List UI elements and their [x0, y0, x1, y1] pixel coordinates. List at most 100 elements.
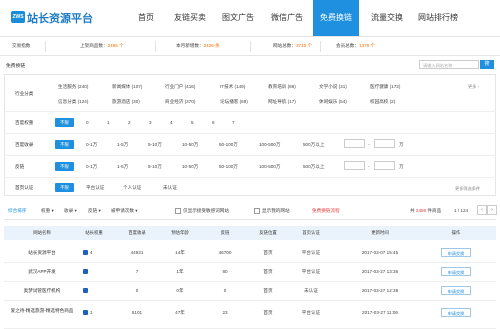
index-label: 百度收录 [15, 142, 34, 147]
exchange-process-link[interactable]: 免费换链流程 [312, 208, 340, 214]
index-option[interactable]: 50-100万 [219, 142, 238, 148]
baidu-weight-icon [83, 250, 88, 255]
nav-site-ranking[interactable]: 网站排行榜 [413, 0, 463, 36]
category-option[interactable]: 休闲娱乐 (54) [319, 99, 347, 105]
sort-weight[interactable]: 权重 ▾ [41, 208, 54, 214]
category-option[interactable]: 旅游酒店 (30) [112, 99, 140, 105]
prev-page-button[interactable]: ‹ [477, 205, 487, 215]
apply-exchange-button[interactable]: 申请交换 [441, 308, 471, 317]
nav-home[interactable]: 首页 [130, 0, 162, 36]
weight-option[interactable]: 3 [149, 120, 152, 125]
index-option[interactable]: 100-500万 [259, 142, 280, 148]
category-option[interactable]: 商业经济 (370) [165, 99, 195, 105]
backlink-min-input[interactable] [344, 161, 365, 170]
cert-option[interactable]: 平台认证 [86, 185, 104, 191]
index-max-input[interactable] [374, 139, 395, 148]
index-option[interactable]: 0-1万 [86, 142, 97, 148]
more-categories-link[interactable]: 更多 › [468, 84, 479, 90]
category-option[interactable]: 文学小说 (31) [319, 84, 347, 90]
apply-exchange-button[interactable]: 申请交换 [441, 267, 471, 276]
updated-value: 2017-03-27 13:36 [361, 269, 399, 274]
index-option[interactable]: 10-50万 [182, 142, 198, 148]
weight-unlimited-button[interactable]: 不限 [55, 118, 74, 127]
weight-option[interactable]: 6 [212, 120, 215, 125]
position-value: 首页 [263, 250, 273, 255]
sort-backlinks[interactable]: 反链 ▾ [88, 208, 101, 214]
next-page-button[interactable]: › [487, 205, 497, 215]
index-min-input[interactable] [344, 139, 365, 148]
backlink-max-input[interactable] [374, 161, 395, 170]
category-option[interactable]: 教育培训 (86) [268, 84, 296, 90]
category-option[interactable]: 论坛播客 (69) [220, 99, 248, 105]
backlink-option[interactable]: 100-500万 [259, 164, 280, 170]
col-site-name: 网站名称 [33, 230, 51, 235]
nav-traffic-exchange[interactable]: 流量交换 [365, 0, 409, 36]
age-value: 1年 [176, 269, 184, 274]
brand-logo-mark[interactable]: ZWS [11, 11, 25, 23]
cert-value: 平台认证 [301, 310, 321, 315]
cert-option[interactable]: 未认证 [163, 185, 177, 191]
search-button[interactable]: 搜 [480, 60, 494, 69]
apply-exchange-button[interactable]: 申请交换 [441, 286, 471, 295]
category-option[interactable]: 行业门户 (416) [165, 84, 195, 90]
backlink-value: 0 [223, 288, 227, 293]
index-unlimited-button[interactable]: 不限 [55, 140, 74, 149]
weight-option[interactable]: 4 [170, 120, 173, 125]
site-name[interactable]: 武汉APP开发 [14, 269, 70, 275]
backlink-option[interactable]: 5-10万 [148, 164, 162, 170]
stat-divider [155, 41, 156, 52]
col-position: 友链位置 [259, 230, 277, 235]
range-dash: - [368, 142, 370, 147]
category-option[interactable]: 网址导航 (17) [268, 99, 296, 105]
apply-exchange-button[interactable]: 申请交换 [441, 248, 471, 257]
backlink-option[interactable]: 50-100万 [219, 164, 238, 170]
site-name[interactable]: 爱之待-精选旅游-精选特色商品 [6, 307, 78, 314]
brand-name[interactable]: 站长资源平台 [27, 10, 93, 26]
filter-divider [4, 111, 496, 112]
sort-index[interactable]: 收录 ▾ [64, 208, 77, 214]
cert-unlimited-button[interactable]: 不限 [55, 183, 74, 192]
cert-label: 首页认证 [15, 185, 34, 190]
site-search-input[interactable]: 请输入网站名称 [419, 60, 479, 69]
site-name[interactable]: 站长资源平台 [14, 250, 70, 256]
stat-listed-value: 2465 个 [107, 43, 124, 48]
sort-composite[interactable]: 综合排序 [8, 208, 26, 214]
nav-link-trade[interactable]: 友链买卖 [170, 0, 210, 36]
weight-option[interactable]: 2 [128, 120, 131, 125]
index-value: 7 [135, 269, 139, 274]
weight-option[interactable]: 0 [86, 120, 89, 125]
cert-value: 未认证 [304, 288, 318, 293]
nav-wechat-ads[interactable]: 微信广告 [267, 0, 307, 36]
category-option[interactable]: 医疗健康 (172) [370, 84, 400, 90]
weight-option[interactable]: 1 [107, 120, 110, 125]
range-dash: - [368, 164, 370, 169]
category-option[interactable]: 生活服务 (240) [58, 84, 88, 90]
nav-image-ads[interactable]: 图文广告 [218, 0, 258, 36]
sensitive-filter-checkbox[interactable]: 仅显示接受敏感词网站 [175, 208, 229, 214]
weight-value: 4 [90, 250, 93, 255]
index-option[interactable]: 500万以上 [303, 142, 324, 148]
category-option[interactable]: 校园高校 (2) [370, 99, 395, 105]
cert-option[interactable]: 个人认证 [123, 185, 141, 191]
backlink-option[interactable]: 500万以上 [303, 164, 324, 170]
category-option[interactable]: 信息分类 (124) [58, 99, 88, 105]
backlink-unlimited-button[interactable]: 不限 [55, 162, 74, 171]
site-name[interactable]: 奥梦试管医疗机构 [10, 288, 74, 294]
index-option[interactable]: 1-5万 [117, 142, 128, 148]
more-filters-link[interactable]: 更多筛选条件 [455, 186, 480, 192]
position-value: 首页 [263, 269, 273, 274]
category-option[interactable]: 新闻媒体 (107) [112, 84, 142, 90]
backlink-option[interactable]: 1-5万 [117, 164, 128, 170]
position-value: 首页 [263, 288, 273, 293]
index-option[interactable]: 5-10万 [148, 142, 162, 148]
backlink-option[interactable]: 0-1万 [86, 164, 97, 170]
stat-sites: 网站总数：3710 个 [273, 43, 313, 48]
stat-new: 本月新增数：2426 条 [176, 43, 220, 48]
weight-option[interactable]: 5 [191, 120, 194, 125]
weight-option[interactable]: 7 [232, 120, 235, 125]
backlink-option[interactable]: 10-50万 [182, 164, 198, 170]
nav-free-exchange[interactable]: 免费换链 [313, 0, 359, 36]
sort-requests[interactable]: 被申请次数 ▾ [111, 208, 138, 214]
show-my-sites-checkbox[interactable]: 显示我的网站 [254, 208, 290, 214]
category-option[interactable]: IT技术 (149) [220, 84, 245, 90]
